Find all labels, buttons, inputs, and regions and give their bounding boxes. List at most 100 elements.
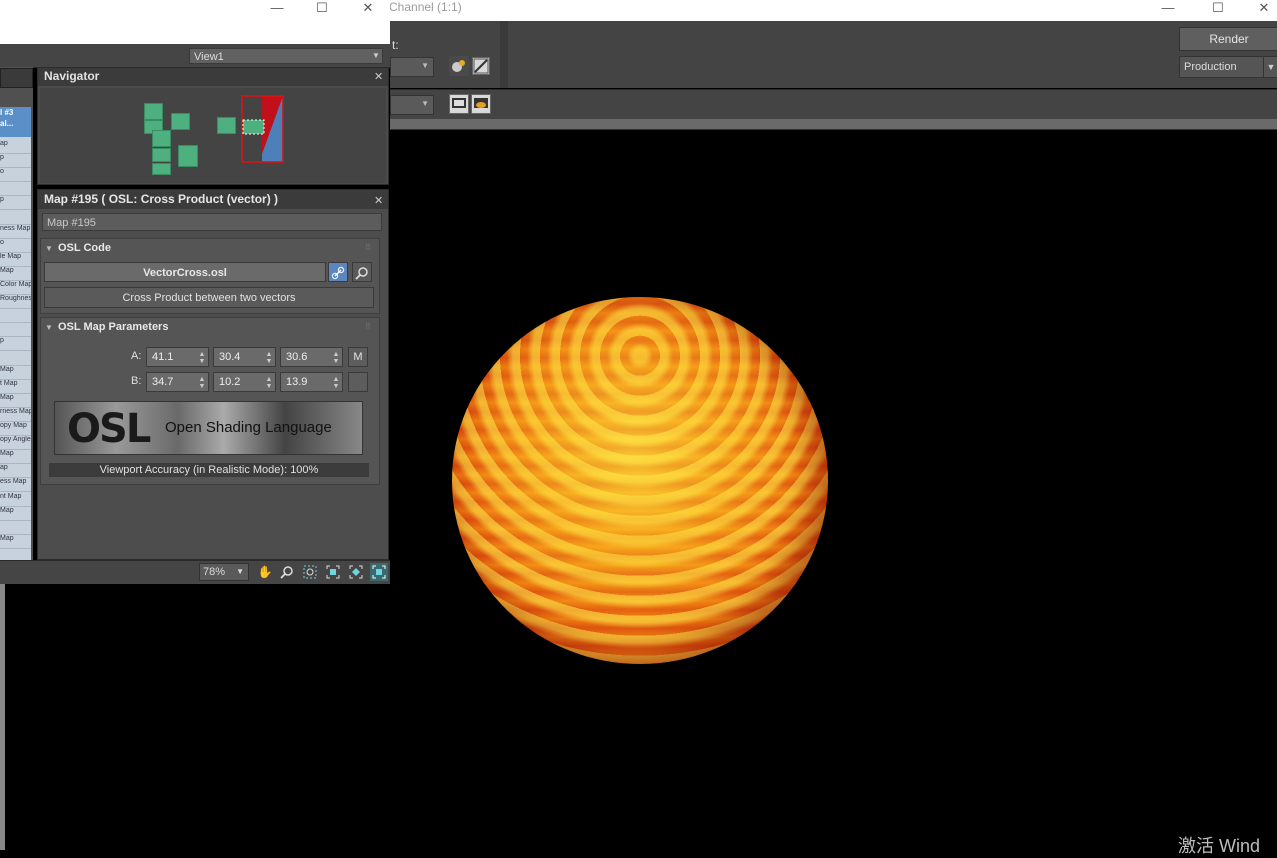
param-b-x-spinner[interactable]: 34.7 ▲ ▼	[146, 372, 209, 392]
grip-icon: ⠿	[365, 322, 371, 331]
browser-header	[0, 68, 33, 88]
navigator-viewport-frame[interactable]	[240, 94, 286, 164]
list-item[interactable]	[0, 352, 31, 366]
viewport-accuracy-label: Viewport Accuracy (in Realistic Mode): 1…	[49, 463, 369, 477]
minimize-icon[interactable]: —	[1153, 0, 1183, 16]
list-item[interactable]: p	[0, 154, 31, 169]
list-item[interactable]	[0, 182, 31, 197]
collapse-triangle-icon[interactable]: ▼	[45, 323, 53, 332]
list-item[interactable]: ness Map	[0, 225, 31, 239]
render-setup-icon[interactable]	[449, 56, 469, 76]
environment-icon[interactable]	[472, 57, 490, 75]
list-item[interactable]: opy Angle	[0, 436, 31, 451]
toolbar-label: t:	[392, 38, 399, 52]
spinner-arrows-icon[interactable]: ▲ ▼	[265, 351, 273, 365]
maximize-icon[interactable]: ☐	[1203, 0, 1233, 16]
close-icon[interactable]: ✕	[1249, 0, 1277, 16]
spinner-value: 13.9	[286, 376, 308, 388]
spinner-arrows-icon[interactable]: ▲ ▼	[332, 376, 340, 390]
list-item[interactable]: Map	[0, 394, 31, 408]
zoom-icon[interactable]	[278, 563, 296, 581]
list-item[interactable]: nt Map	[0, 493, 31, 507]
pan-hand-icon[interactable]: ✋	[256, 563, 274, 581]
list-item[interactable]	[0, 323, 31, 338]
close-icon[interactable]: ✕	[353, 0, 383, 16]
spinner-value: 10.2	[219, 376, 241, 388]
navigator-canvas[interactable]	[40, 88, 386, 183]
param-a-label: A:	[131, 350, 142, 362]
zoom-selected-icon[interactable]	[347, 563, 365, 581]
osl-logo-mark: OSL	[67, 406, 151, 452]
list-item[interactable]: Roughness	[0, 295, 31, 310]
frame-all-icon[interactable]	[370, 563, 388, 581]
list-item[interactable]: ap	[0, 464, 31, 479]
chevron-down-icon[interactable]: ▼	[236, 564, 244, 580]
spinner-arrows-icon[interactable]: ▲ ▼	[265, 376, 273, 390]
render-button[interactable]: Render	[1179, 27, 1277, 51]
list-item[interactable]: t Map	[0, 380, 31, 394]
list-item[interactable]: Map	[0, 535, 31, 549]
production-select[interactable]: Production	[1179, 56, 1267, 78]
spinner-value: 41.1	[152, 351, 174, 363]
chevron-down-icon[interactable]: ▼	[372, 48, 384, 64]
rollout-title[interactable]: OSL Map Parameters	[58, 321, 168, 333]
osl-description: Cross Product between two vectors	[44, 287, 374, 308]
param-b-y-spinner[interactable]: 10.2 ▲ ▼	[213, 372, 276, 392]
param-a-x-spinner[interactable]: 41.1 ▲ ▼	[146, 347, 209, 367]
chevron-down-icon[interactable]: ▼	[1263, 56, 1277, 78]
zoom-region-icon[interactable]	[301, 563, 319, 581]
list-item[interactable]: Map	[0, 450, 31, 465]
close-icon[interactable]: ✕	[374, 194, 383, 207]
list-item[interactable]	[0, 309, 31, 324]
collapse-triangle-icon[interactable]: ▼	[45, 244, 53, 253]
maximize-icon[interactable]: ☐	[307, 0, 337, 16]
toolbar-dropdown[interactable]: ▼	[390, 57, 434, 77]
spinner-value: 34.7	[152, 376, 174, 388]
view-select[interactable]: View1	[189, 48, 383, 64]
list-item[interactable]: o	[0, 168, 31, 183]
list-item[interactable]: p	[0, 337, 31, 352]
map-name-field[interactable]: Map #195	[42, 213, 382, 231]
list-item-label: l #3	[0, 108, 14, 117]
close-icon[interactable]: ✕	[374, 70, 383, 83]
osl-logo-text: Open Shading Language	[165, 419, 332, 436]
list-item[interactable]: Map	[0, 507, 31, 521]
node-thumb	[152, 148, 171, 162]
zoom-select[interactable]: 78% ▼	[199, 563, 249, 581]
spinner-arrows-icon[interactable]: ▲ ▼	[198, 376, 206, 390]
list-item-label: al...	[0, 119, 14, 128]
rollout-title[interactable]: OSL Code	[58, 242, 111, 254]
rendered-sphere	[452, 297, 828, 664]
list-item[interactable]: p	[0, 196, 31, 211]
map-button[interactable]: M	[348, 347, 368, 367]
spinner-value: 30.4	[219, 351, 241, 363]
render-toolbar-row2	[390, 89, 1277, 120]
list-item[interactable]	[0, 521, 31, 535]
list-item[interactable]: ap	[0, 140, 31, 154]
zoom-extents-icon[interactable]	[324, 563, 342, 581]
node-thumb	[171, 113, 190, 130]
list-item[interactable]: le Map	[0, 253, 31, 267]
list-item[interactable]: o	[0, 239, 31, 253]
list-item[interactable]: Color Map	[0, 281, 31, 295]
render-teapot-icon[interactable]	[471, 94, 491, 114]
list-item[interactable]: Map	[0, 267, 31, 281]
list-item[interactable]: opy Map	[0, 422, 31, 436]
param-a-z-spinner[interactable]: 30.6 ▲ ▼	[280, 347, 343, 367]
link-icon[interactable]	[328, 262, 348, 282]
list-item[interactable]: rness Map	[0, 408, 31, 422]
search-icon[interactable]	[352, 262, 372, 282]
spinner-arrows-icon[interactable]: ▲ ▼	[332, 351, 340, 365]
display-icon[interactable]	[449, 94, 469, 114]
list-item[interactable]	[0, 211, 31, 225]
param-b-z-spinner[interactable]: 13.9 ▲ ▼	[280, 372, 343, 392]
list-item-selected[interactable]: l #3 al...	[0, 107, 31, 137]
list-item[interactable]: ess Map	[0, 478, 31, 493]
list-item[interactable]: Map	[0, 366, 31, 380]
map-button-empty[interactable]	[348, 372, 368, 392]
spinner-arrows-icon[interactable]: ▲ ▼	[198, 351, 206, 365]
osl-file-button[interactable]: VectorCross.osl	[44, 262, 326, 282]
channel-dropdown[interactable]: ▼	[390, 95, 434, 115]
minimize-icon[interactable]: —	[262, 0, 292, 16]
param-a-y-spinner[interactable]: 30.4 ▲ ▼	[213, 347, 276, 367]
